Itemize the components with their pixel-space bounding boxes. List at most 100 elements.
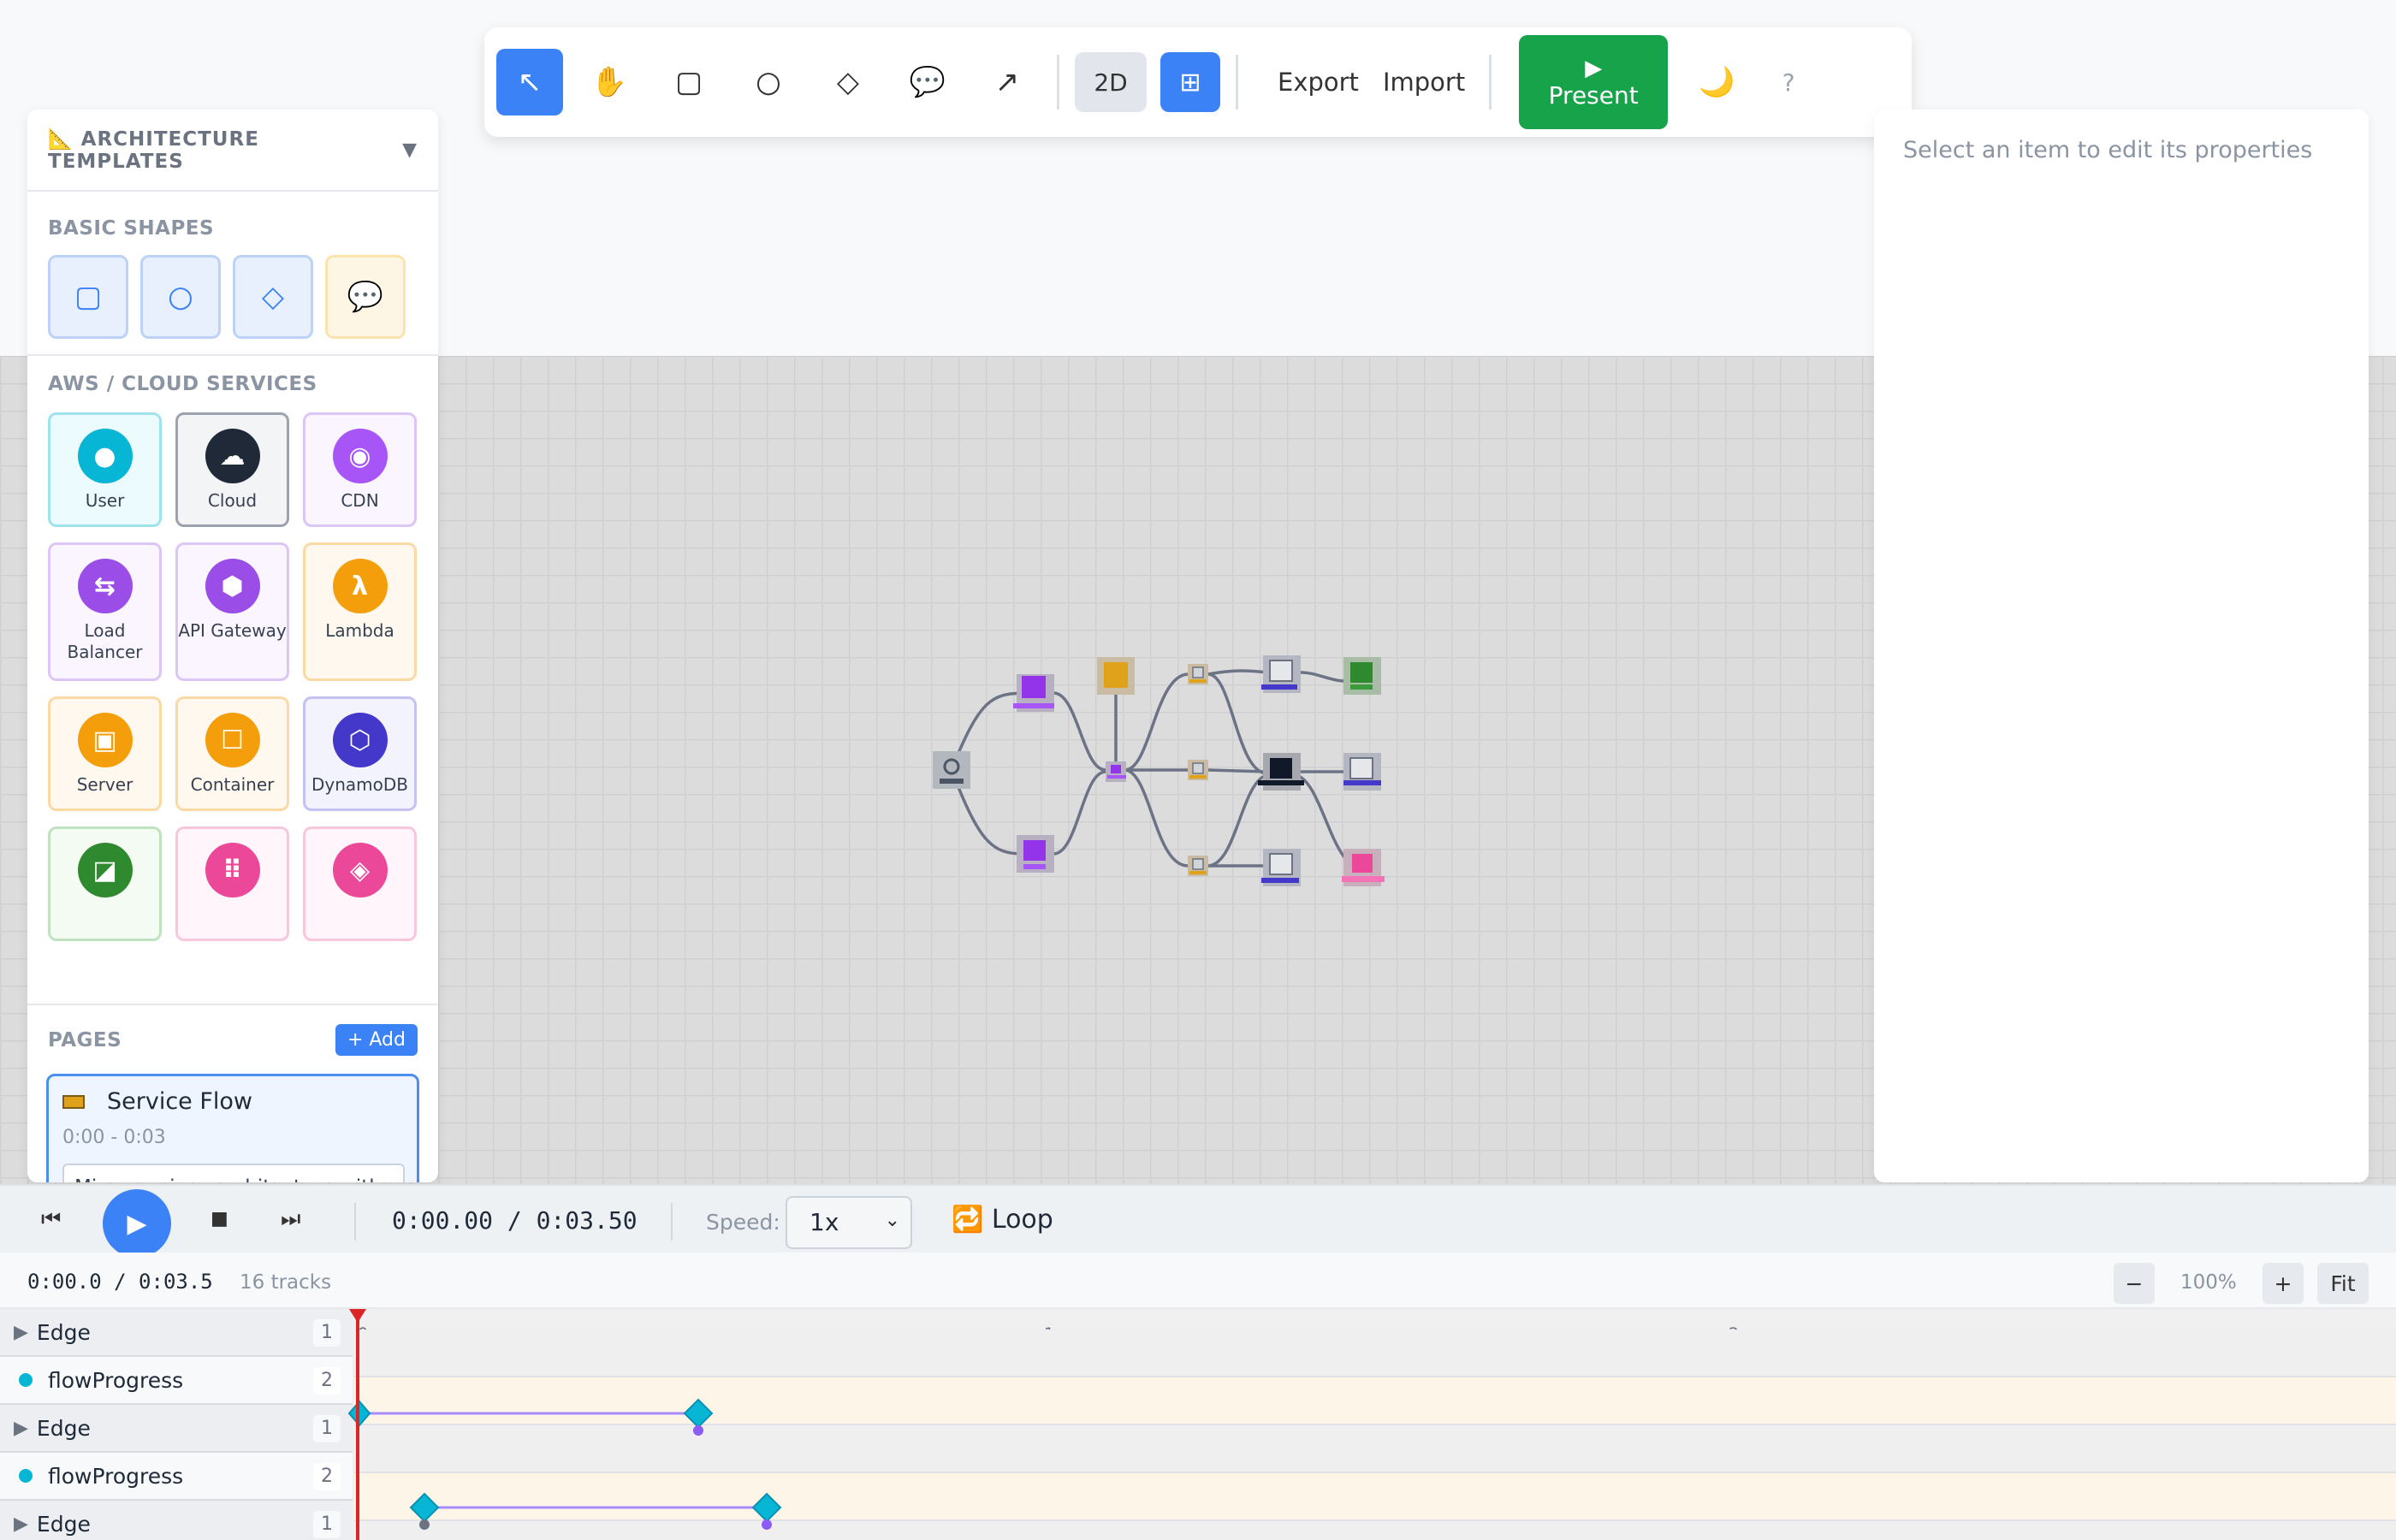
playhead[interactable]	[356, 1309, 359, 1540]
pages-header: PAGES + Add	[27, 1005, 438, 1056]
properties-panel: Select an item to edit its properties	[1874, 110, 2369, 1182]
toolbar-separator	[1057, 55, 1059, 110]
import-button[interactable]: Import	[1383, 68, 1465, 97]
help-button[interactable]: ?	[1776, 49, 1801, 116]
theme-toggle-button[interactable]: 🌙	[1683, 49, 1750, 116]
edge	[1207, 672, 1267, 775]
circle-tool-button[interactable]: ○	[735, 49, 802, 116]
chevron-down-icon[interactable]: ▼	[402, 139, 418, 161]
loop-button[interactable]: 🔁 Loop	[952, 1205, 1053, 1235]
speed-label: Speed:	[706, 1210, 780, 1235]
page-color-swatch[interactable]	[62, 1094, 85, 1109]
keyframe-group-2	[409, 1492, 782, 1530]
service-label: User	[85, 490, 125, 511]
service-tile-user[interactable]: ● User	[48, 412, 162, 527]
service-label: CDN	[341, 490, 379, 511]
present-button[interactable]: ▶ Present	[1519, 35, 1669, 129]
load-balancer-node-2	[1017, 835, 1054, 873]
service-9-icon: ◪	[77, 843, 133, 897]
container-node-2	[1188, 760, 1208, 780]
properties-hint: Select an item to edit its properties	[1903, 137, 2313, 163]
aws-services-section: AWS / CLOUD SERVICES ● User ☁ Cloud ◉ CDN ⇆ Loa…	[27, 358, 438, 1004]
playback-bar: ⏮ ▶ ■ ⏭ 0:00.00 / 0:03.50 Speed: 1x ⌄ 🔁 …	[0, 1184, 2396, 1258]
timeline-time: 0:00.0 / 0:03.5	[27, 1270, 213, 1294]
service-tile-service-11[interactable]: ◈	[303, 826, 417, 941]
dynamodb-node-1	[1261, 655, 1301, 693]
edge	[1207, 773, 1267, 868]
basic-shape-circle[interactable]: ○	[140, 255, 221, 339]
play-button[interactable]: ▶	[103, 1189, 171, 1258]
service-label: Load Balancer	[67, 620, 143, 662]
playhead-handle[interactable]	[349, 1309, 366, 1323]
cache-node	[1342, 849, 1385, 886]
diamond-icon: ◇	[261, 280, 285, 314]
basic-shape-comment[interactable]: 💬	[325, 255, 406, 339]
skip-end-icon[interactable]: ⏭	[281, 1206, 300, 1233]
service-tile-service-10[interactable]: ⠿	[175, 826, 289, 941]
service-tile-cloud[interactable]: ☁ Cloud	[175, 412, 289, 527]
service-label: API Gateway	[178, 620, 287, 641]
export-button[interactable]: Export	[1278, 68, 1359, 97]
service-label: Lambda	[325, 620, 394, 641]
load-balancer-node-1	[1013, 674, 1054, 712]
service-tile-cdn[interactable]: ◉ CDN	[303, 412, 417, 527]
playback-separator	[354, 1203, 356, 1241]
moon-icon: 🌙	[1699, 65, 1735, 99]
zoom-in-button[interactable]: +	[2263, 1263, 2304, 1304]
toolbar-separator	[1236, 55, 1238, 110]
page-description-field[interactable]: Microservices architecture with API Gate…	[62, 1164, 405, 1182]
service-tile-server[interactable]: ▣ Server	[48, 696, 162, 811]
arrow-tool-button[interactable]: ↗	[974, 49, 1041, 116]
service-tile-service-9[interactable]: ◪	[48, 826, 162, 941]
templates-title: 📐 ARCHITECTURE TEMPLATES	[48, 127, 259, 173]
page-card[interactable]: Service Flow 0:00 - 0:03 Microservices a…	[46, 1074, 419, 1182]
services-grid: ● User ☁ Cloud ◉ CDN ⇆ Load Balancer ⬢ API Gatewa…	[27, 395, 438, 941]
cdn-icon: ◉	[332, 429, 388, 483]
comment-icon: 💬	[347, 280, 384, 314]
keyframe-diamond	[683, 1398, 714, 1429]
keyframe-group-1	[347, 1398, 714, 1436]
add-page-button[interactable]: + Add	[335, 1024, 418, 1056]
service-tile-lambda[interactable]: λ Lambda	[303, 542, 417, 681]
database-node	[1343, 753, 1381, 791]
diamond-icon: ◇	[836, 65, 860, 99]
hand-tool-button[interactable]: ✋	[576, 49, 643, 116]
service-tile-container[interactable]: ☐ Container	[175, 696, 289, 811]
keyframe-diamond	[347, 1400, 371, 1427]
skip-start-icon[interactable]: ⏮	[41, 1206, 61, 1233]
api-gateway-node	[1106, 761, 1126, 782]
page-time-range: 0:00 - 0:03	[62, 1127, 166, 1148]
rectangle-icon: ▢	[674, 65, 703, 99]
keyframes-layer	[347, 1398, 782, 1530]
select-tool-button[interactable]: ↖	[496, 49, 563, 116]
tool-buttons: ↖ ✋ ▢ ○ ◇ 💬 ↗	[496, 49, 1053, 116]
service-tile-api-gateway[interactable]: ⬢ API Gateway	[175, 542, 289, 681]
service-tile-dynamodb[interactable]: ⬡ DynamoDB	[303, 696, 417, 811]
toolbar: ↖ ✋ ▢ ○ ◇ 💬 ↗ 2D ⊞ Export Import ▶ Present 🌙 ?	[484, 27, 1912, 137]
stop-icon[interactable]: ■	[211, 1208, 228, 1229]
storage-node	[1343, 657, 1381, 695]
page-name[interactable]: Service Flow	[107, 1088, 252, 1115]
speed-select[interactable]: 1x ⌄	[786, 1196, 912, 1249]
rectangle-tool-button[interactable]: ▢	[655, 49, 722, 116]
pages-title: PAGES	[48, 1028, 122, 1051]
keyframe-marker	[762, 1519, 772, 1530]
templates-header[interactable]: 📐 ARCHITECTURE TEMPLATES ▼	[27, 110, 438, 192]
grid-toggle-button[interactable]: ⊞	[1160, 52, 1220, 112]
chevron-down-icon: ⌄	[884, 1210, 900, 1231]
play-icon: ▶	[1585, 55, 1603, 81]
service-label: DynamoDB	[311, 774, 408, 795]
service-tile-load-balancer[interactable]: ⇆ Load Balancer	[48, 542, 162, 681]
cloud-node	[1258, 753, 1304, 791]
fit-button[interactable]: Fit	[2317, 1263, 2369, 1304]
basic-shape-diamond[interactable]: ◇	[233, 255, 313, 339]
pages-section: PAGES + Add Service Flow 0:00 - 0:03 Mic…	[27, 1004, 438, 1182]
diamond-tool-button[interactable]: ◇	[815, 49, 881, 116]
comment-tool-button[interactable]: 💬	[894, 49, 961, 116]
tracks-count: 16 tracks	[240, 1271, 332, 1294]
basic-shape-rectangle[interactable]: ▢	[48, 255, 128, 339]
cloud-icon: ☁	[205, 429, 260, 483]
view-2d-button[interactable]: 2D	[1075, 52, 1147, 112]
zoom-out-button[interactable]: −	[2114, 1263, 2155, 1304]
service-11-icon: ◈	[332, 843, 388, 897]
